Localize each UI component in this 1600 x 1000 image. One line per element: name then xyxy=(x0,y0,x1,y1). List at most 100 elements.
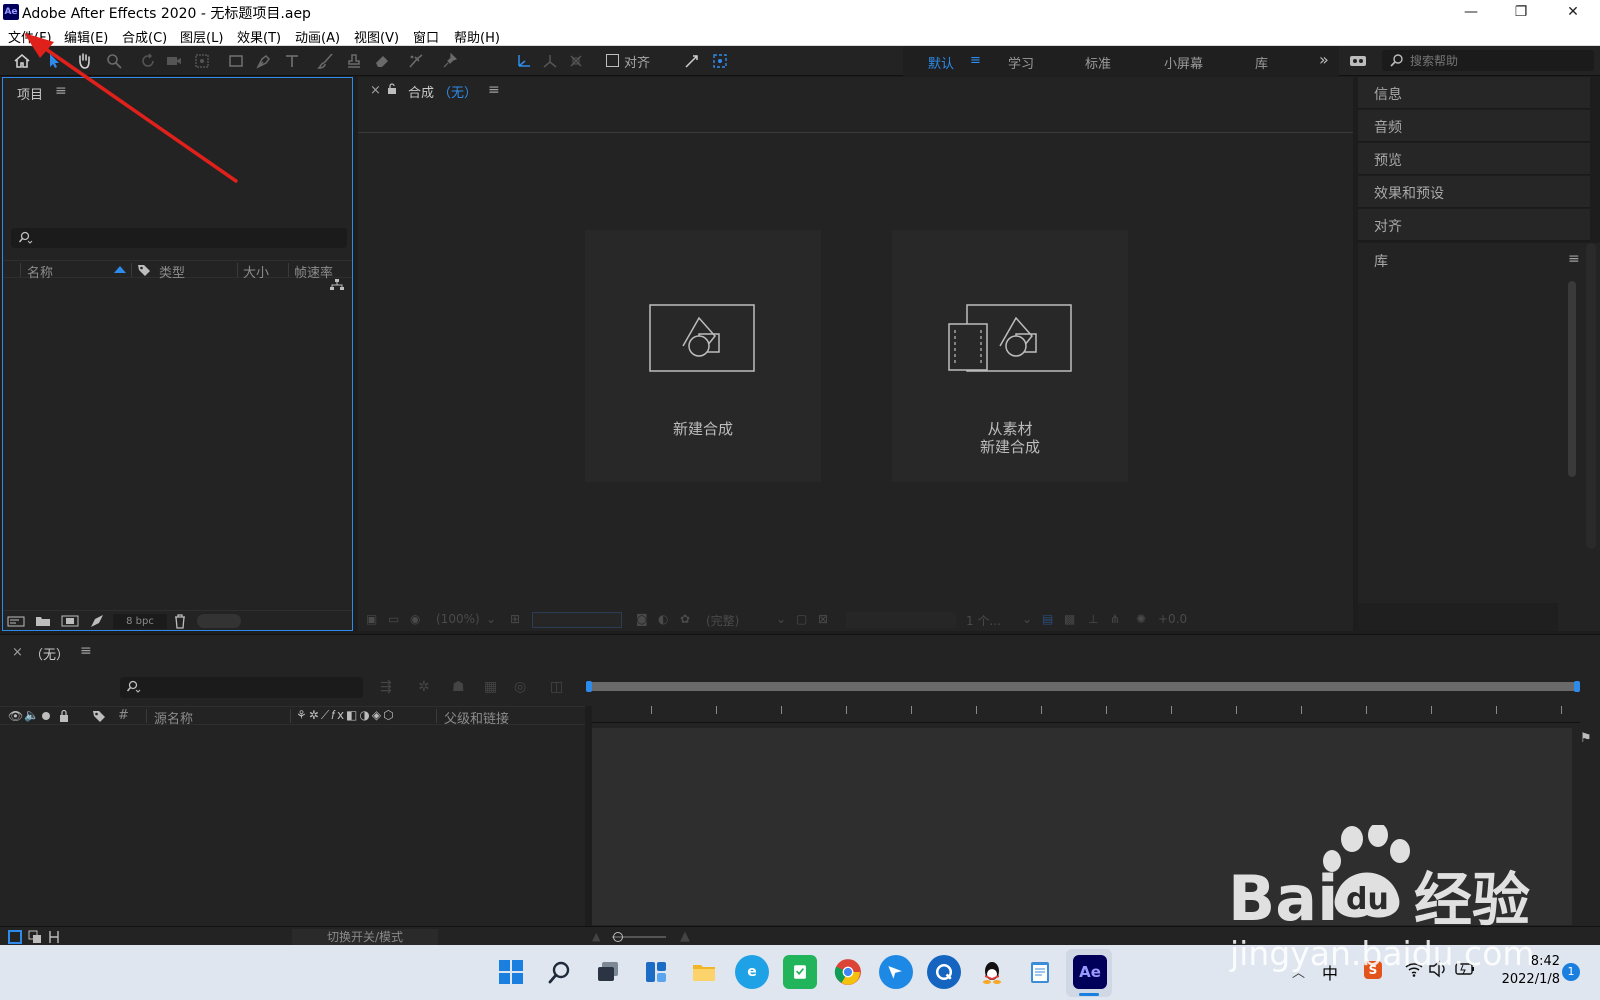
eraser-tool-icon[interactable] xyxy=(370,50,394,72)
channel-icon[interactable]: ✿ xyxy=(680,612,690,626)
zoom-tool-icon[interactable] xyxy=(102,50,126,72)
sort-ascending-icon[interactable] xyxy=(114,266,126,273)
timeline-title[interactable]: （无） xyxy=(30,644,69,663)
camera-tool-icon[interactable] xyxy=(162,50,186,72)
maximize-button[interactable]: ❐ xyxy=(1498,0,1544,24)
menu-help[interactable]: 帮助(H) xyxy=(454,27,500,46)
menu-view[interactable]: 视图(V) xyxy=(354,27,399,46)
toggle-pixel-aspect-icon[interactable]: ▤ xyxy=(1042,612,1053,626)
notification-badge[interactable]: 1 xyxy=(1562,963,1580,981)
chevron-down-icon[interactable]: ⌄ xyxy=(486,612,496,626)
zoom-out-icon[interactable]: ▲ xyxy=(592,930,600,943)
after-effects-taskbar-icon[interactable]: Ae xyxy=(1073,955,1107,989)
wechat-icon[interactable] xyxy=(783,955,817,989)
workspace-learn[interactable]: 学习 xyxy=(1008,53,1034,72)
menu-layer[interactable]: 图层(L) xyxy=(180,27,223,46)
pan-behind-tool-icon[interactable] xyxy=(190,50,214,72)
selection-tool-icon[interactable] xyxy=(42,50,66,72)
reset-exposure-icon[interactable]: ✺ xyxy=(1136,612,1146,626)
flowchart-icon[interactable]: ⋔ xyxy=(1110,612,1120,626)
input-method-indicator[interactable]: 中 xyxy=(1322,960,1338,984)
battery-icon[interactable] xyxy=(1454,959,1476,979)
resolution-dropdown[interactable]: (完整) xyxy=(706,612,739,629)
file-explorer-icon[interactable] xyxy=(687,955,721,989)
libraries-panel-menu-icon[interactable]: ≡ xyxy=(1568,251,1580,267)
source-name-header[interactable]: 源名称 xyxy=(154,708,193,727)
graph-editor-icon[interactable]: ◫ xyxy=(550,679,563,695)
motion-blur-icon[interactable]: ◎ xyxy=(514,679,526,695)
chrome-icon[interactable] xyxy=(831,955,865,989)
bit-depth-button[interactable]: 8 bpc xyxy=(113,614,167,629)
project-search-input[interactable] xyxy=(11,228,347,248)
label-tag-icon[interactable] xyxy=(137,263,151,277)
sogou-ime-icon[interactable]: S xyxy=(1364,961,1382,979)
roto-brush-tool-icon[interactable] xyxy=(404,50,428,72)
timecode-field[interactable] xyxy=(532,612,622,628)
video-eye-icon[interactable]: 👁 xyxy=(8,709,23,723)
search-icon[interactable] xyxy=(543,955,577,989)
right-panel-scrollbar[interactable] xyxy=(1586,243,1596,549)
search-help-box[interactable] xyxy=(1382,50,1594,71)
rotation-tool-icon[interactable] xyxy=(136,50,160,72)
in-out-panes-icon[interactable] xyxy=(48,930,60,944)
workspace-overflow-icon[interactable]: » xyxy=(1319,50,1329,69)
timeline-search-input[interactable] xyxy=(120,677,363,698)
project-panel-menu-icon[interactable]: ≡ xyxy=(55,83,67,99)
cloud-app-icon[interactable] xyxy=(927,955,961,989)
lock-icon[interactable] xyxy=(58,709,70,723)
new-composition-icon[interactable] xyxy=(61,614,79,628)
menu-window[interactable]: 窗口 xyxy=(413,27,439,46)
align-panel-tab[interactable]: 对齐 xyxy=(1358,209,1590,241)
views-layout-dropdown[interactable]: 1 个... xyxy=(966,612,1001,629)
label-tag-icon[interactable] xyxy=(92,709,106,723)
view-axis-mode-icon[interactable] xyxy=(564,50,588,72)
flowchart-icon[interactable] xyxy=(329,278,345,292)
work-area-bar[interactable] xyxy=(588,682,1578,691)
toggle-switches-modes-button[interactable]: 切换开关/模式 xyxy=(292,929,438,945)
frame-blending-icon[interactable]: ▦ xyxy=(484,679,497,695)
composition-close-icon[interactable]: × xyxy=(370,83,381,98)
chevron-down-icon[interactable]: ⌄ xyxy=(1022,612,1032,626)
snapshot-icon[interactable]: ◙ xyxy=(636,612,648,626)
layer-switches-toggle-icon[interactable] xyxy=(8,930,22,944)
column-frame-rate[interactable]: 帧速率 xyxy=(294,262,333,281)
project-panel-title[interactable]: 项目 xyxy=(17,84,43,103)
timeline-menu-icon[interactable]: ≡ xyxy=(80,643,92,659)
exposure-value[interactable]: +0.0 xyxy=(1158,612,1187,626)
hand-tool-icon[interactable] xyxy=(72,50,96,72)
menu-animation[interactable]: 动画(A) xyxy=(295,27,340,46)
home-icon[interactable] xyxy=(10,50,34,72)
time-ruler[interactable] xyxy=(586,678,1580,726)
snap-features-icon[interactable] xyxy=(708,50,732,72)
wifi-icon[interactable] xyxy=(1404,959,1424,979)
brush-tool-icon[interactable] xyxy=(314,50,338,72)
comp-mini-flowchart-icon[interactable]: ⇶ xyxy=(380,679,392,695)
layer-switches-icons[interactable]: ⚘✲⟋𝑓x◧◑◈⬡ xyxy=(296,708,396,723)
workspace-standard[interactable]: 标准 xyxy=(1085,53,1111,72)
parent-link-header[interactable]: 父级和链接 xyxy=(444,708,509,727)
menu-effect[interactable]: 效果(T) xyxy=(237,27,281,46)
text-tool-icon[interactable] xyxy=(280,50,304,72)
rectangle-tool-icon[interactable] xyxy=(224,50,248,72)
snap-edges-icon[interactable] xyxy=(680,50,704,72)
timeline-track-area[interactable] xyxy=(592,728,1572,925)
close-button[interactable]: ✕ xyxy=(1550,0,1596,24)
start-menu-icon[interactable] xyxy=(494,955,528,989)
composition-panel-title[interactable]: 合成 xyxy=(408,82,434,101)
workspace-libraries[interactable]: 库 xyxy=(1255,53,1268,72)
workspace-small-screen[interactable]: 小屏幕 xyxy=(1164,53,1203,72)
composition-panel-menu-icon[interactable]: ≡ xyxy=(488,82,500,98)
clone-stamp-tool-icon[interactable] xyxy=(342,50,366,72)
transfer-controls-icon[interactable] xyxy=(28,930,42,944)
system-clock[interactable]: 8:42 2022/1/8 xyxy=(1490,953,1560,989)
timeline-zoom-knob[interactable] xyxy=(613,932,623,942)
magnification-dropdown[interactable]: (100%) xyxy=(436,612,480,626)
audio-icon[interactable]: 🔈 xyxy=(24,708,39,722)
puppet-pin-tool-icon[interactable] xyxy=(438,50,462,72)
chevron-down-icon[interactable]: ⌄ xyxy=(776,612,786,626)
qq-icon[interactable] xyxy=(975,955,1009,989)
work-area-end-handle[interactable] xyxy=(1574,681,1580,692)
solo-icon[interactable] xyxy=(42,712,50,720)
lock-icon[interactable] xyxy=(386,83,398,95)
menu-edit[interactable]: 编辑(E) xyxy=(64,27,108,46)
